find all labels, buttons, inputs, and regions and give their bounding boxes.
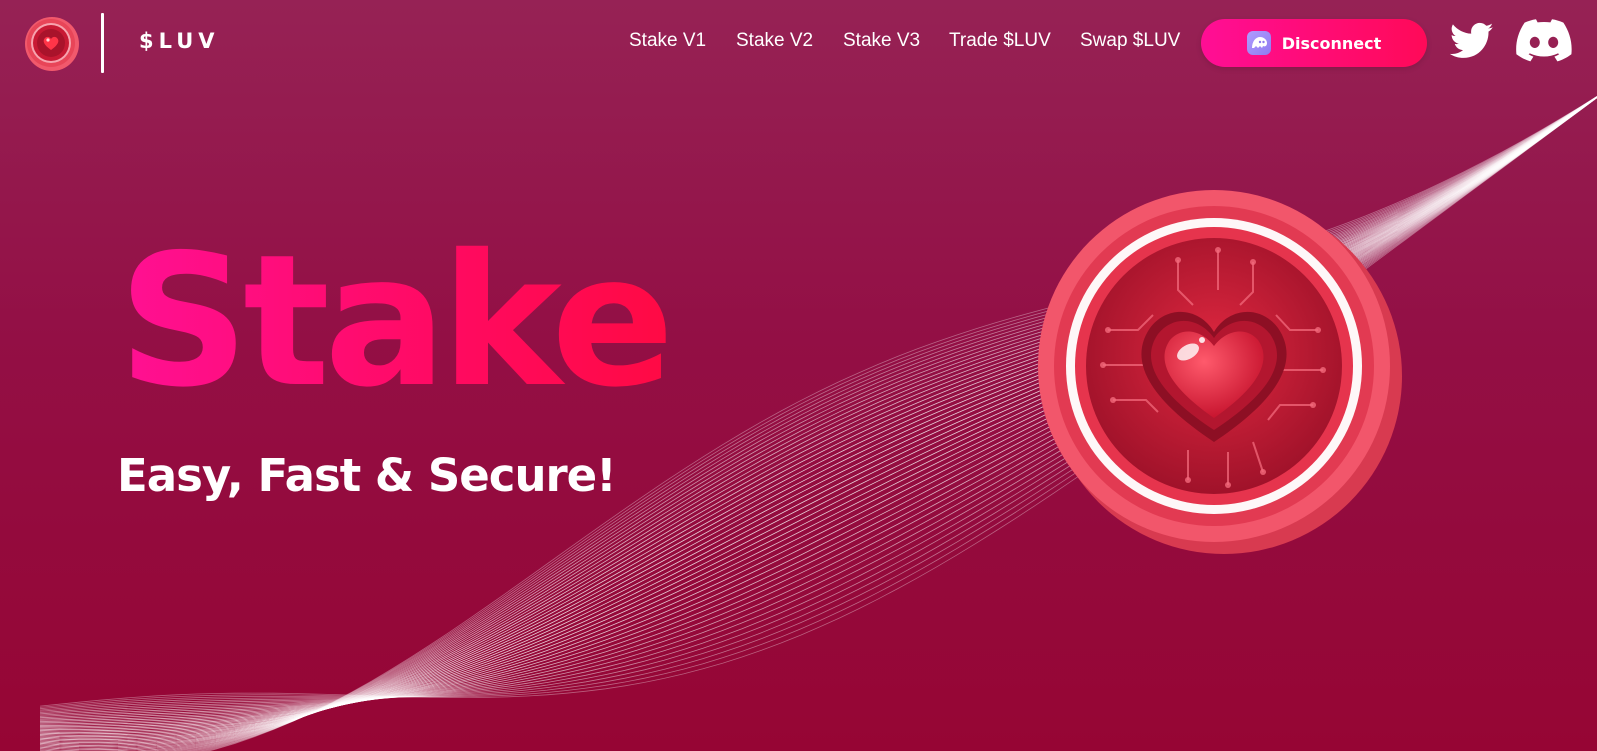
luv-logo-icon[interactable]	[24, 16, 80, 72]
nav-stake-v3[interactable]: Stake V3	[843, 29, 920, 53]
luv-heart-coin-image	[1038, 190, 1402, 554]
disconnect-button[interactable]: Disconnect	[1201, 19, 1427, 67]
nav-stake-v1[interactable]: Stake V1	[629, 29, 706, 53]
brand-name[interactable]: $LUV	[139, 28, 220, 54]
logo-divider	[101, 13, 104, 73]
nav-swap-luv[interactable]: Swap $LUV	[1080, 29, 1180, 53]
disconnect-label: Disconnect	[1281, 33, 1382, 53]
phantom-wallet-icon	[1246, 31, 1271, 55]
top-navigation-bar: $LUV Stake V1 Stake V2 Stake V3 Trade $L…	[0, 0, 1597, 86]
twitter-icon[interactable]	[1450, 21, 1494, 61]
hero-subtitle: Easy, Fast & Secure!	[117, 449, 617, 502]
nav-trade-luv[interactable]: Trade $LUV	[949, 29, 1051, 53]
discord-icon[interactable]	[1516, 19, 1572, 63]
nav-stake-v2[interactable]: Stake V2	[736, 29, 813, 53]
hero-title: Stake	[118, 215, 674, 427]
